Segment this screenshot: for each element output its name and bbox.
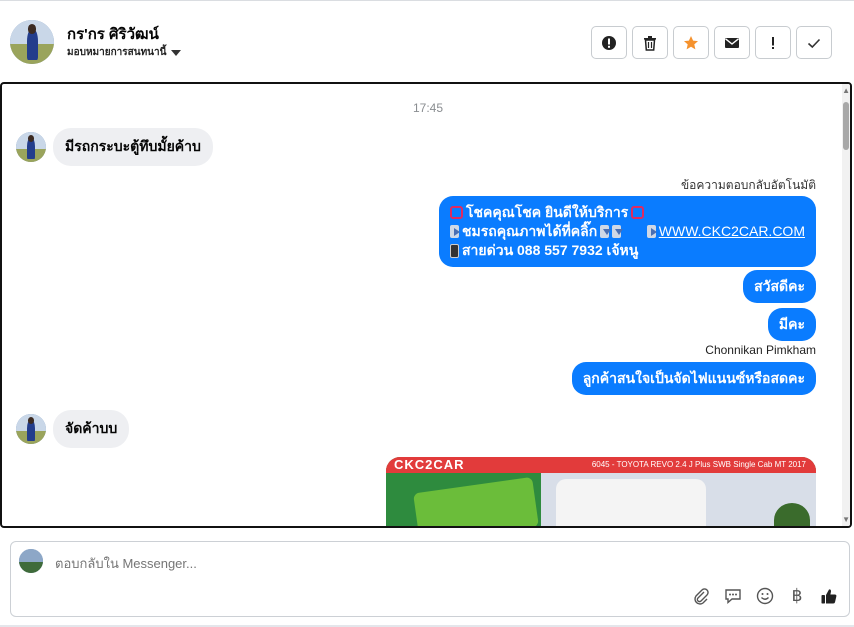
conversation-header: กร'กร ศิริวัฒน์ มอบหมายการสนทนานี้ — [0, 2, 854, 82]
contact-avatar-small — [16, 132, 46, 162]
alert-circle-icon — [602, 35, 616, 50]
thumbs-up-icon — [821, 589, 837, 604]
auto-reply-line: ชมรถคุณภาพได้ที่คลิ๊ก WWW.CKC2CAR.COM — [450, 222, 805, 241]
outgoing-message-bubble[interactable]: สวัสดีคะ — [743, 270, 816, 303]
caret-down-icon — [171, 49, 182, 56]
message-thread[interactable]: ▲ ▼ 17:45 มีรถกระบะตู้ทึบมั้ยค้าบ ข้อควา… — [0, 82, 852, 528]
like-button[interactable] — [819, 586, 839, 606]
auto-reply-bubble[interactable]: โชคคุณโชค ยินดีให้บริการ ชมรถคุณภาพได้ที… — [439, 196, 816, 267]
reply-input[interactable] — [55, 556, 655, 571]
assign-conversation-dropdown[interactable]: มอบหมายการสนทนานี้ — [67, 45, 182, 60]
scroll-down-arrow-icon[interactable]: ▼ — [842, 515, 850, 524]
image-brand-text: CKC2CAR — [394, 457, 465, 472]
contact-avatar-small — [16, 414, 46, 444]
baht-icon: ฿ — [791, 586, 803, 605]
phone-emoji-icon — [450, 243, 459, 258]
auto-reply-line2-text: ชมรถคุณภาพได้ที่คลิ๊ก — [462, 223, 598, 239]
auto-reply-line3-text: สายด่วน 088 557 7932 เจ้หนู — [462, 242, 639, 258]
paperclip-icon — [694, 588, 709, 605]
website-link[interactable]: WWW.CKC2CAR.COM — [659, 222, 805, 241]
check-icon — [807, 38, 821, 48]
emoji-button[interactable] — [755, 586, 775, 606]
shared-image-attachment[interactable]: CKC2CAR 6045 - TOYOTA REVO 2.4 J Plus SW… — [386, 457, 816, 526]
down-arrow-emoji-icon — [600, 225, 612, 238]
contact-name[interactable]: กร'กร ศิริวัฒน์ — [67, 22, 159, 46]
play-emoji-icon — [450, 225, 461, 238]
saved-reply-button[interactable] — [723, 586, 743, 606]
star-icon — [684, 35, 698, 49]
outgoing-message-bubble[interactable]: มีคะ — [767, 308, 816, 341]
auto-reply-line: สายด่วน 088 557 7932 เจ้หนู — [450, 241, 805, 260]
scrollbar[interactable] — [842, 84, 850, 526]
top-divider — [0, 0, 854, 1]
attach-button[interactable] — [691, 586, 711, 606]
mark-unread-button[interactable] — [714, 26, 750, 59]
incoming-message-row: มีรถกระบะตู้ทึบมั้ยค้าบ — [16, 128, 213, 166]
sender-name: Chonnikan Pimkham — [705, 343, 816, 357]
follow-up-button[interactable] — [755, 26, 791, 59]
payment-button[interactable]: ฿ — [787, 586, 807, 606]
envelope-icon — [725, 37, 739, 48]
sparkle-emoji-icon — [631, 206, 645, 219]
auto-reply-line1-text: โชคคุณโชค ยินดีให้บริการ — [466, 204, 629, 220]
emoji-icon — [756, 587, 774, 605]
auto-reply-line: โชคคุณโชค ยินดีให้บริการ — [450, 203, 805, 222]
auto-reply-label: ข้อความตอบกลับอัตโนมัติ — [680, 178, 816, 192]
delete-button[interactable] — [632, 26, 668, 59]
saved-reply-icon — [725, 589, 741, 605]
assign-label: มอบหมายการสนทนานี้ — [67, 47, 167, 58]
message-timestamp: 17:45 — [412, 101, 444, 115]
star-button[interactable] — [673, 26, 709, 59]
composer-tools: ฿ — [691, 586, 839, 606]
header-actions — [591, 26, 832, 59]
reply-composer: ฿ — [10, 541, 850, 617]
truck-image — [556, 479, 706, 526]
incoming-message-bubble[interactable]: จัดค้าบบ — [53, 410, 130, 448]
incoming-message-row: จัดค้าบบ — [16, 410, 130, 448]
outgoing-message-bubble[interactable]: ลูกค้าสนใจเป็นจัดไฟแนนซ์หรือสดคะ — [571, 362, 816, 395]
contact-avatar[interactable] — [10, 20, 54, 64]
play-emoji-icon — [646, 225, 657, 238]
trash-icon — [644, 35, 656, 51]
exclamation-icon — [772, 36, 774, 49]
image-caption-text: 6045 - TOYOTA REVO 2.4 J Plus SWB Single… — [591, 460, 806, 469]
incoming-message-bubble[interactable]: มีรถกระบะตู้ทึบมั้ยค้าบ — [53, 128, 213, 166]
scroll-up-arrow-icon[interactable]: ▲ — [842, 86, 850, 95]
sparkle-emoji-icon — [450, 206, 463, 219]
mark-done-button[interactable] — [796, 26, 832, 59]
down-arrow-emoji-icon — [612, 225, 624, 238]
spam-button[interactable] — [591, 26, 627, 59]
page-avatar — [19, 549, 43, 573]
